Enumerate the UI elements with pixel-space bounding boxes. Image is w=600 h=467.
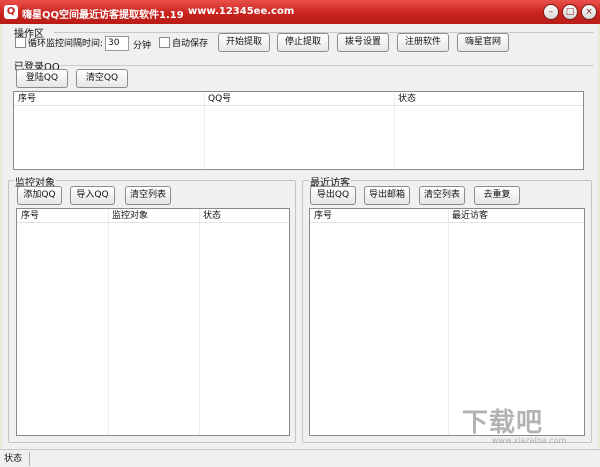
register-button[interactable]: 注册软件 [397, 33, 449, 52]
loop-checkbox-label: 循环监控间隔时间: [28, 39, 104, 49]
interval-input[interactable]: 30 [105, 36, 129, 51]
close-button[interactable]: × [581, 4, 597, 20]
column-divider [394, 92, 395, 169]
autosave-checkbox-box[interactable] [159, 37, 170, 48]
column-divider [108, 209, 109, 435]
close-icon: × [585, 7, 593, 17]
status-bar: 状态 [0, 449, 600, 467]
add-qq-button[interactable]: 添加QQ [17, 186, 62, 205]
dedupe-button[interactable]: 去重复 [474, 186, 520, 205]
export-qq-button[interactable]: 导出QQ [310, 186, 356, 205]
window-url: www.12345ee.com [188, 6, 295, 17]
column-header-qq[interactable]: QQ号 [204, 92, 231, 106]
minimize-button[interactable]: – [543, 4, 559, 20]
column-header-index[interactable]: 序号 [17, 209, 39, 223]
column-header-target[interactable]: 监控对象 [108, 209, 148, 223]
status-label: 状态 [2, 452, 30, 466]
website-button[interactable]: 嗨星官网 [457, 33, 509, 52]
column-header-index[interactable]: 序号 [14, 92, 36, 106]
watermark-logo: 下载吧 www.xiazaiba.com [448, 402, 588, 448]
maximize-icon: □ [565, 7, 575, 17]
column-header-status[interactable]: 状态 [199, 209, 221, 223]
logged-qq-list-header: 序号 QQ号 状态 [14, 92, 583, 106]
clear-qq-button[interactable]: 清空QQ [76, 69, 128, 88]
logged-qq-list[interactable]: 序号 QQ号 状态 [13, 91, 584, 170]
clear-monitor-button[interactable]: 清空列表 [125, 186, 171, 205]
column-divider [204, 92, 205, 169]
column-header-index[interactable]: 序号 [310, 209, 332, 223]
autosave-checkbox[interactable]: 自动保存 [159, 36, 208, 50]
monitor-list[interactable]: 序号 监控对象 状态 [16, 208, 290, 436]
start-extract-button[interactable]: 开始提取 [218, 33, 270, 52]
autosave-checkbox-label: 自动保存 [172, 39, 209, 49]
import-qq-button[interactable]: 导入QQ [70, 186, 115, 205]
interval-unit: 分钟 [133, 41, 152, 51]
minimize-icon: – [548, 7, 554, 17]
watermark-text: 下载吧 [462, 408, 544, 438]
window-title: 嗨星QQ空间最近访客提取软件1.19 [22, 10, 184, 21]
loop-checkbox[interactable]: 循环监控间隔时间: [15, 36, 103, 50]
loop-checkbox-box[interactable] [15, 37, 26, 48]
maximize-button[interactable]: □ [562, 4, 578, 20]
app-icon: Q [4, 5, 18, 19]
monitor-list-header: 序号 监控对象 状态 [17, 209, 289, 223]
clear-visitors-button[interactable]: 清空列表 [419, 186, 465, 205]
logged-qq-divider [60, 65, 594, 66]
column-header-visitor[interactable]: 最近访客 [448, 209, 488, 223]
column-divider [199, 209, 200, 435]
stop-extract-button[interactable]: 停止提取 [277, 33, 329, 52]
dial-settings-button[interactable]: 拨号设置 [337, 33, 389, 52]
title-bar: Q 嗨星QQ空间最近访客提取软件1.19 www.12345ee.com – □… [0, 0, 600, 24]
export-email-button[interactable]: 导出邮箱 [364, 186, 410, 205]
watermark-url: www.xiazaiba.com [492, 436, 567, 445]
visitors-list-header: 序号 最近访客 [310, 209, 584, 223]
column-header-status[interactable]: 状态 [394, 92, 416, 106]
login-qq-button[interactable]: 登陆QQ [16, 69, 68, 88]
